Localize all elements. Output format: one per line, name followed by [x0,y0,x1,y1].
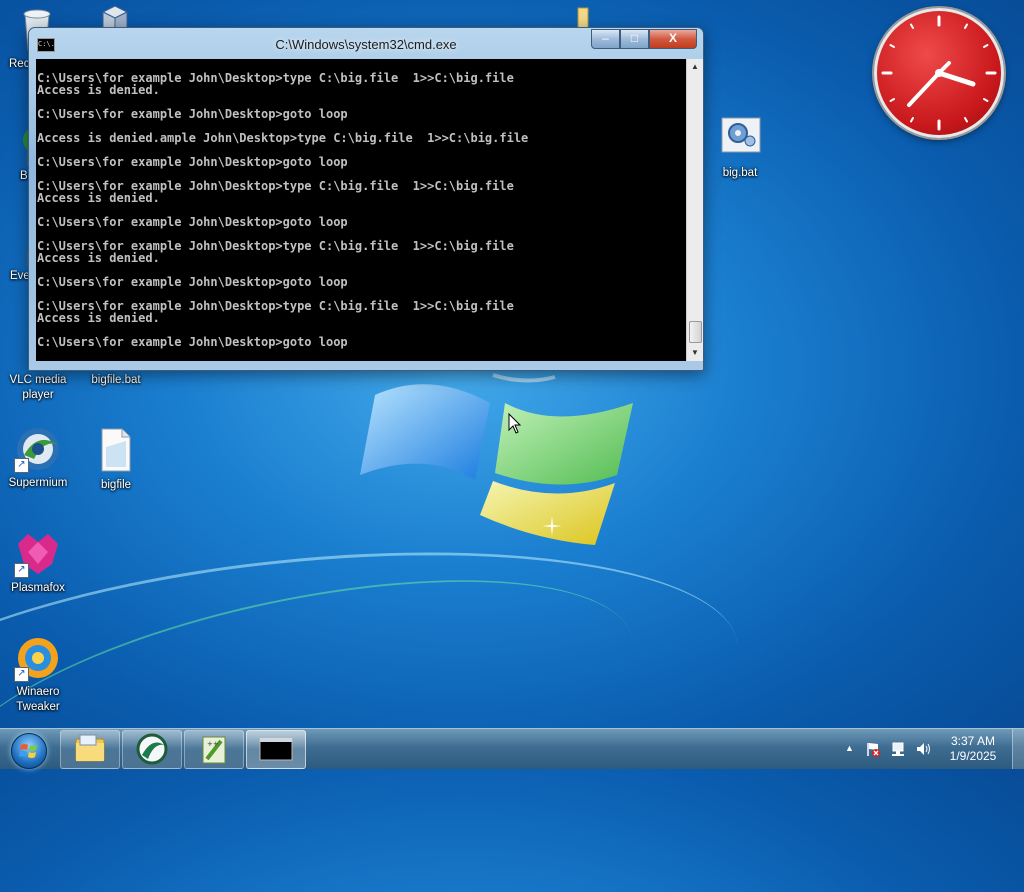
scroll-down-arrow-icon[interactable]: ▼ [687,345,703,361]
console-line: Access is denied. [37,191,160,205]
taskbar-time: 3:37 AM [950,734,996,748]
desktop-icon-label: bigfile [100,479,132,491]
console-line: C:\Users\for example John\Desktop>goto l… [37,155,348,169]
mouse-cursor-icon [508,413,522,434]
shortcut-arrow-icon: ↗ [14,667,29,682]
desktop-icon-winaero[interactable]: ↗ Winaero Tweaker [1,634,75,715]
console-line: C:\Users\for example John\Desktop>goto l… [37,107,348,121]
taskbar-date: 1/9/2025 [949,749,997,763]
desktop-icon-label: bigfile.bat [91,374,141,386]
desktop-icon-supermium[interactable]: ↗ Supermium [1,425,75,491]
show-desktop-button[interactable] [1012,729,1024,769]
taskbar: ++ ▲ 3:37 AM 1/9/2025 [0,728,1024,769]
console-line: C:\Users\for example John\Desktop>goto l… [37,275,348,289]
console-line: Access is denied.ample John\Desktop>type… [37,131,529,145]
desktop-icon-plasmafox[interactable]: ↗ Plasmafox [1,530,75,596]
action-center-flag-icon[interactable] [865,741,881,757]
vertical-scrollbar[interactable]: ▲ ▼ [686,59,703,361]
taskbar-supermium-button[interactable] [122,730,182,769]
console-line: Access is denied. [37,83,160,97]
plasmafox-icon: ↗ [14,530,62,578]
taskbar-cmd-button[interactable] [246,730,306,769]
taskbar-clock[interactable]: 3:37 AM 1/9/2025 [930,734,1016,764]
desktop-icon-bigfile[interactable]: bigfile [79,427,153,493]
desktop-icon-label: big.bat [722,167,758,179]
volume-icon[interactable] [915,741,931,757]
svg-text:++: ++ [207,740,219,748]
clock-face [881,15,997,131]
console-output[interactable]: C:\Users\for example John\Desktop>type C… [36,59,686,361]
winaero-icon: ↗ [14,634,62,682]
show-hidden-icons-button[interactable]: ▲ [845,743,854,753]
console-line: Access is denied. [37,251,160,265]
clock-minute-hand [907,71,941,107]
desktop-icon-label: Supermium [8,477,68,489]
console-line: C:\Users\for example John\Desktop>goto l… [37,215,348,229]
scroll-up-arrow-icon[interactable]: ▲ [687,59,703,75]
console-line: Access is denied. [37,311,160,325]
clock-hour-hand [936,70,976,87]
console-text: C:\Users\for example John\Desktop>type C… [37,72,528,348]
file-icon [92,427,140,475]
sparkle-icon [542,516,562,536]
start-button[interactable] [4,730,52,769]
desktop-icon-label: Winaero Tweaker [16,686,60,713]
notepad-plus-plus-icon: ++ [202,736,226,764]
shortcut-arrow-icon: ↗ [14,563,29,578]
clock-gadget[interactable] [874,8,1004,138]
shortcut-arrow-icon: ↗ [14,458,29,473]
start-orb-icon [11,733,47,769]
windows-logo-wallpaper [360,373,633,545]
taskbar-notepadpp-button[interactable]: ++ [184,730,244,769]
explorer-folder-icon [75,734,105,762]
supermium-icon: ↗ [14,425,62,473]
wallpaper-streak [0,529,656,892]
console-line: C:\Users\for example John\Desktop>goto l… [37,335,348,349]
maximize-button[interactable]: □ [620,29,649,49]
desktop-icon-big-bat[interactable]: big.bat [703,115,777,181]
close-button[interactable]: X [649,29,697,49]
desktop-icon-label: VLC media player [9,374,67,401]
taskbar-explorer-button[interactable] [60,730,120,769]
scrollbar-thumb[interactable] [689,321,702,343]
minimize-button[interactable]: – [591,29,620,49]
cmd-icon [259,737,293,761]
cmd-window[interactable]: C:\. C:\Windows\system32\cmd.exe – □ X C… [28,27,704,371]
batch-file-icon [716,115,764,163]
network-icon[interactable] [891,741,907,757]
window-controls: – □ X [591,29,697,49]
supermium-icon [136,733,168,765]
desktop-icon-label: Plasmafox [11,582,65,594]
cmd-title-bar[interactable]: C:\. C:\Windows\system32\cmd.exe – □ X [29,28,703,58]
wallpaper-streak [0,513,752,870]
